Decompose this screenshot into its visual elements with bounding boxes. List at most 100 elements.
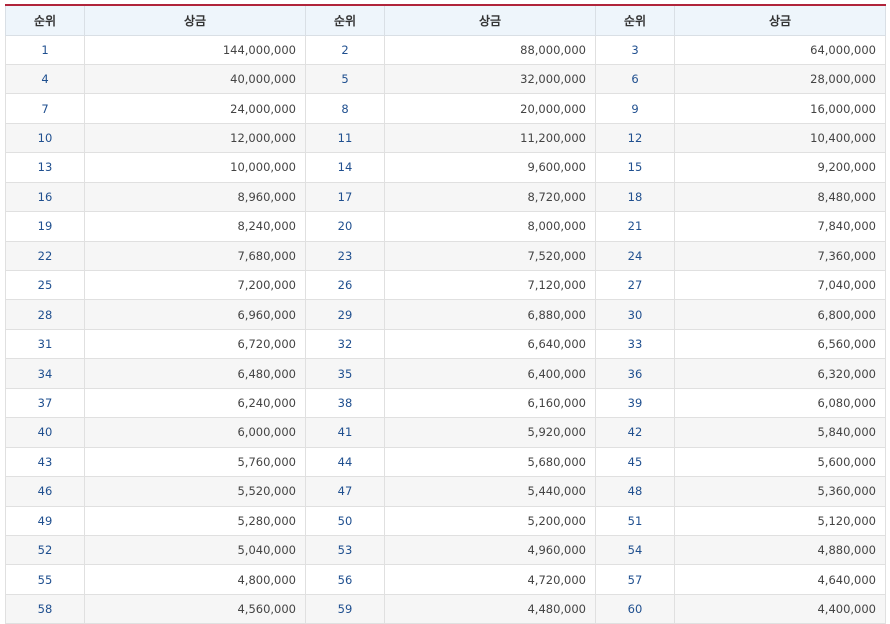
rank-cell: 19 — [5, 211, 85, 242]
prize-cell: 5,120,000 — [674, 505, 886, 536]
prize-cell: 6,560,000 — [674, 328, 886, 360]
rank-cell: 30 — [595, 299, 675, 330]
rank-cell: 24 — [595, 240, 675, 272]
rank-cell: 9 — [595, 93, 675, 124]
table-row: 37 6,240,000 38 6,160,000 39 6,080,000 — [5, 387, 886, 419]
prize-cell: 7,520,000 — [384, 240, 596, 272]
prize-cell: 6,960,000 — [84, 299, 306, 330]
table-row: 1 144,000,000 2 88,000,000 3 64,000,000 — [5, 34, 886, 65]
prize-cell: 88,000,000 — [384, 34, 596, 65]
table-row: 28 6,960,000 29 6,880,000 30 6,800,000 — [5, 299, 886, 330]
rank-cell: 43 — [5, 446, 85, 478]
prize-cell: 8,240,000 — [84, 211, 306, 242]
prize-cell: 64,000,000 — [674, 34, 886, 65]
prize-cell: 8,960,000 — [84, 181, 306, 213]
rank-cell: 54 — [595, 534, 675, 566]
header-rank: 순위 — [5, 4, 85, 36]
prize-cell: 12,000,000 — [84, 122, 306, 154]
prize-cell: 11,200,000 — [384, 122, 596, 154]
prize-cell: 4,640,000 — [674, 564, 886, 595]
rank-cell: 17 — [305, 181, 385, 213]
prize-cell: 5,360,000 — [674, 476, 886, 507]
rank-cell: 58 — [5, 593, 85, 624]
prize-cell: 5,680,000 — [384, 446, 596, 478]
table-row: 25 7,200,000 26 7,120,000 27 7,040,000 — [5, 269, 886, 301]
table-row: 4 40,000,000 5 32,000,000 6 28,000,000 — [5, 63, 886, 95]
table-row: 10 12,000,000 11 11,200,000 12 10,400,000 — [5, 122, 886, 154]
table-row: 22 7,680,000 23 7,520,000 24 7,360,000 — [5, 240, 886, 272]
rank-cell: 28 — [5, 299, 85, 330]
rank-cell: 60 — [595, 593, 675, 624]
rank-cell: 33 — [595, 328, 675, 360]
prize-cell: 4,400,000 — [674, 593, 886, 624]
rank-cell: 39 — [595, 387, 675, 419]
prize-cell: 6,320,000 — [674, 358, 886, 389]
rank-cell: 44 — [305, 446, 385, 478]
prize-table: 순위 상금 순위 상금 순위 상금 1 144,000,000 2 88,000,00… — [5, 4, 886, 624]
prize-cell: 7,840,000 — [674, 211, 886, 242]
rank-cell: 51 — [595, 505, 675, 536]
rank-cell: 8 — [305, 93, 385, 124]
rank-cell: 37 — [5, 387, 85, 419]
table-row: 34 6,480,000 35 6,400,000 36 6,320,000 — [5, 358, 886, 389]
prize-cell: 5,440,000 — [384, 476, 596, 507]
rank-cell: 15 — [595, 152, 675, 183]
table-body: 1 144,000,000 2 88,000,000 3 64,000,000 4 40,00… — [5, 34, 886, 624]
prize-cell: 8,000,000 — [384, 211, 596, 242]
rank-cell: 10 — [5, 122, 85, 154]
rank-cell: 18 — [595, 181, 675, 213]
rank-cell: 46 — [5, 476, 85, 507]
rank-cell: 22 — [5, 240, 85, 272]
rank-cell: 59 — [305, 593, 385, 624]
rank-cell: 36 — [595, 358, 675, 389]
prize-cell: 4,720,000 — [384, 564, 596, 595]
rank-cell: 45 — [595, 446, 675, 478]
rank-cell: 48 — [595, 476, 675, 507]
rank-cell: 29 — [305, 299, 385, 330]
prize-cell: 4,880,000 — [674, 534, 886, 566]
prize-cell: 6,000,000 — [84, 417, 306, 448]
prize-cell: 4,960,000 — [384, 534, 596, 566]
prize-cell: 5,280,000 — [84, 505, 306, 536]
table-row: 49 5,280,000 50 5,200,000 51 5,120,000 — [5, 505, 886, 536]
rank-cell: 52 — [5, 534, 85, 566]
rank-cell: 23 — [305, 240, 385, 272]
rank-cell: 55 — [5, 564, 85, 595]
prize-cell: 6,080,000 — [674, 387, 886, 419]
prize-cell: 144,000,000 — [84, 34, 306, 65]
table-row: 31 6,720,000 32 6,640,000 33 6,560,000 — [5, 328, 886, 360]
rank-cell: 26 — [305, 269, 385, 301]
rank-cell: 16 — [5, 181, 85, 213]
header-prize: 상금 — [674, 4, 886, 36]
rank-cell: 41 — [305, 417, 385, 448]
rank-cell: 47 — [305, 476, 385, 507]
rank-cell: 42 — [595, 417, 675, 448]
table-row: 16 8,960,000 17 8,720,000 18 8,480,000 — [5, 181, 886, 213]
table-row: 43 5,760,000 44 5,680,000 45 5,600,000 — [5, 446, 886, 478]
rank-cell: 6 — [595, 63, 675, 95]
rank-cell: 50 — [305, 505, 385, 536]
rank-cell: 20 — [305, 211, 385, 242]
table-row: 46 5,520,000 47 5,440,000 48 5,360,000 — [5, 476, 886, 507]
rank-cell: 2 — [305, 34, 385, 65]
rank-cell: 34 — [5, 358, 85, 389]
rank-cell: 27 — [595, 269, 675, 301]
prize-cell: 9,600,000 — [384, 152, 596, 183]
table-row: 19 8,240,000 20 8,000,000 21 7,840,000 — [5, 211, 886, 242]
rank-cell: 49 — [5, 505, 85, 536]
prize-cell: 10,400,000 — [674, 122, 886, 154]
table-row: 55 4,800,000 56 4,720,000 57 4,640,000 — [5, 564, 886, 595]
prize-cell: 6,480,000 — [84, 358, 306, 389]
prize-cell: 32,000,000 — [384, 63, 596, 95]
rank-cell: 7 — [5, 93, 85, 124]
prize-cell: 5,040,000 — [84, 534, 306, 566]
rank-cell: 1 — [5, 34, 85, 65]
prize-cell: 6,160,000 — [384, 387, 596, 419]
prize-cell: 10,000,000 — [84, 152, 306, 183]
prize-cell: 24,000,000 — [84, 93, 306, 124]
table-row: 40 6,000,000 41 5,920,000 42 5,840,000 — [5, 417, 886, 448]
prize-cell: 7,040,000 — [674, 269, 886, 301]
prize-cell: 16,000,000 — [674, 93, 886, 124]
prize-cell: 4,560,000 — [84, 593, 306, 624]
prize-cell: 6,640,000 — [384, 328, 596, 360]
